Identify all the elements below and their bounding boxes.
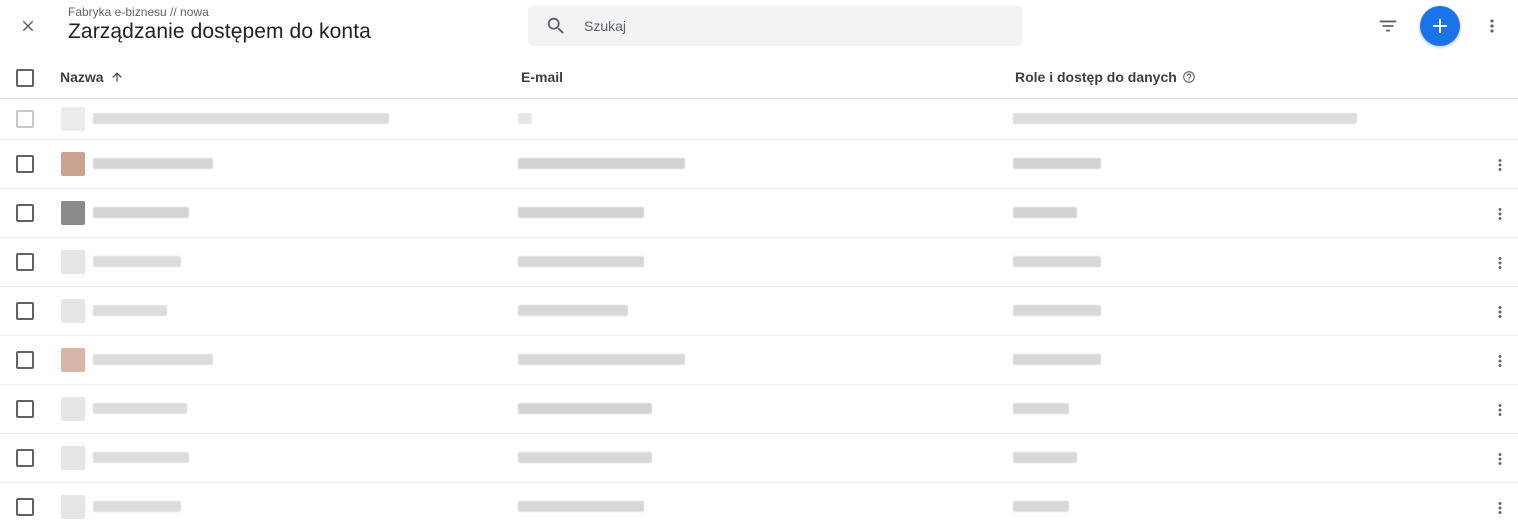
table-row[interactable] bbox=[0, 483, 1518, 530]
table-row[interactable] bbox=[0, 336, 1518, 385]
redacted-name bbox=[93, 501, 181, 512]
row-more-button[interactable] bbox=[1490, 300, 1510, 324]
help-outline-icon[interactable] bbox=[1182, 70, 1196, 84]
more-vert-icon bbox=[1498, 306, 1502, 318]
redacted-name bbox=[93, 256, 181, 267]
redacted-roles bbox=[1013, 256, 1101, 267]
page-title: Zarządzanie dostępem do konta bbox=[68, 20, 371, 43]
avatar bbox=[61, 348, 85, 372]
table-row[interactable] bbox=[0, 238, 1518, 287]
column-header-email-label: E-mail bbox=[521, 69, 564, 85]
row-checkbox[interactable] bbox=[16, 155, 34, 173]
avatar bbox=[61, 397, 85, 421]
avatar bbox=[61, 446, 85, 470]
column-header-roles[interactable]: Role i dostęp do danych bbox=[1015, 69, 1196, 85]
filter-button[interactable] bbox=[1374, 12, 1402, 40]
redacted-roles bbox=[1013, 403, 1069, 414]
more-vert-icon bbox=[1498, 208, 1502, 220]
search-icon bbox=[528, 6, 584, 46]
table-row[interactable] bbox=[0, 287, 1518, 336]
more-vert-icon bbox=[1498, 404, 1502, 416]
top-bar: Fabryka e-biznesu // nowa Zarządzanie do… bbox=[0, 0, 1518, 56]
table-row[interactable] bbox=[0, 140, 1518, 189]
column-header-name-label: Nazwa bbox=[60, 69, 104, 85]
redacted-email bbox=[518, 354, 685, 365]
table-body bbox=[0, 99, 1518, 530]
table-row[interactable] bbox=[0, 189, 1518, 238]
row-checkbox[interactable] bbox=[16, 253, 34, 271]
redacted-roles bbox=[1013, 305, 1101, 316]
table-row[interactable] bbox=[0, 385, 1518, 434]
redacted-roles bbox=[1013, 354, 1101, 365]
column-header-email[interactable]: E-mail bbox=[521, 69, 563, 85]
row-more-button[interactable] bbox=[1490, 496, 1510, 520]
filter-icon bbox=[1379, 20, 1397, 32]
redacted-email bbox=[518, 256, 644, 267]
avatar bbox=[61, 107, 85, 131]
column-header-name[interactable]: Nazwa bbox=[60, 69, 124, 85]
redacted-roles bbox=[1013, 158, 1101, 169]
row-checkbox[interactable] bbox=[16, 400, 34, 418]
redacted-email bbox=[518, 305, 628, 316]
avatar bbox=[61, 299, 85, 323]
table-row[interactable] bbox=[0, 99, 1518, 140]
row-checkbox[interactable] bbox=[16, 498, 34, 516]
row-more-button[interactable] bbox=[1490, 447, 1510, 471]
avatar bbox=[61, 152, 85, 176]
add-user-button[interactable] bbox=[1420, 6, 1460, 46]
column-header-roles-label: Role i dostęp do danych bbox=[1015, 69, 1177, 85]
row-more-button[interactable] bbox=[1490, 251, 1510, 275]
more-vert-icon bbox=[1498, 453, 1502, 465]
row-checkbox[interactable] bbox=[16, 204, 34, 222]
redacted-roles bbox=[1013, 207, 1077, 218]
redacted-roles bbox=[1013, 501, 1069, 512]
avatar bbox=[61, 201, 85, 225]
row-more-button[interactable] bbox=[1490, 202, 1510, 226]
more-vert-icon bbox=[1498, 355, 1502, 367]
more-vert-icon bbox=[1498, 502, 1502, 514]
redacted-roles bbox=[1013, 113, 1357, 124]
row-more-button[interactable] bbox=[1490, 349, 1510, 373]
redacted-email bbox=[518, 403, 652, 414]
more-vert-icon bbox=[1498, 257, 1502, 269]
redacted-name bbox=[93, 305, 167, 316]
row-checkbox[interactable] bbox=[16, 302, 34, 320]
arrow-upward-icon bbox=[110, 70, 124, 84]
more-vert-icon bbox=[1498, 159, 1502, 171]
select-all-checkbox[interactable] bbox=[16, 69, 34, 87]
redacted-email bbox=[518, 452, 652, 463]
add-icon bbox=[1433, 19, 1447, 33]
row-checkbox[interactable] bbox=[16, 449, 34, 467]
redacted-roles bbox=[1013, 452, 1077, 463]
close-button[interactable] bbox=[14, 12, 42, 40]
redacted-name bbox=[93, 113, 389, 124]
row-more-button[interactable] bbox=[1490, 153, 1510, 177]
row-checkbox[interactable] bbox=[16, 351, 34, 369]
redacted-email bbox=[518, 113, 532, 124]
redacted-name bbox=[93, 403, 187, 414]
table-header: Nazwa E-mail Role i dostęp do danych bbox=[0, 56, 1518, 99]
more-vert-icon bbox=[1490, 19, 1494, 33]
breadcrumb: Fabryka e-biznesu // nowa bbox=[68, 5, 209, 19]
avatar bbox=[61, 495, 85, 519]
redacted-name bbox=[93, 452, 189, 463]
avatar bbox=[61, 250, 85, 274]
redacted-name bbox=[93, 354, 213, 365]
table-row[interactable] bbox=[0, 434, 1518, 483]
redacted-email bbox=[518, 207, 644, 218]
redacted-email bbox=[518, 158, 685, 169]
redacted-name bbox=[93, 158, 213, 169]
close-icon bbox=[22, 20, 34, 32]
row-more-button[interactable] bbox=[1490, 398, 1510, 422]
search-input[interactable] bbox=[584, 18, 1004, 34]
redacted-name bbox=[93, 207, 189, 218]
row-checkbox[interactable] bbox=[16, 110, 34, 128]
search-bar[interactable] bbox=[528, 6, 1022, 46]
redacted-email bbox=[518, 501, 644, 512]
more-options-button[interactable] bbox=[1480, 12, 1504, 40]
